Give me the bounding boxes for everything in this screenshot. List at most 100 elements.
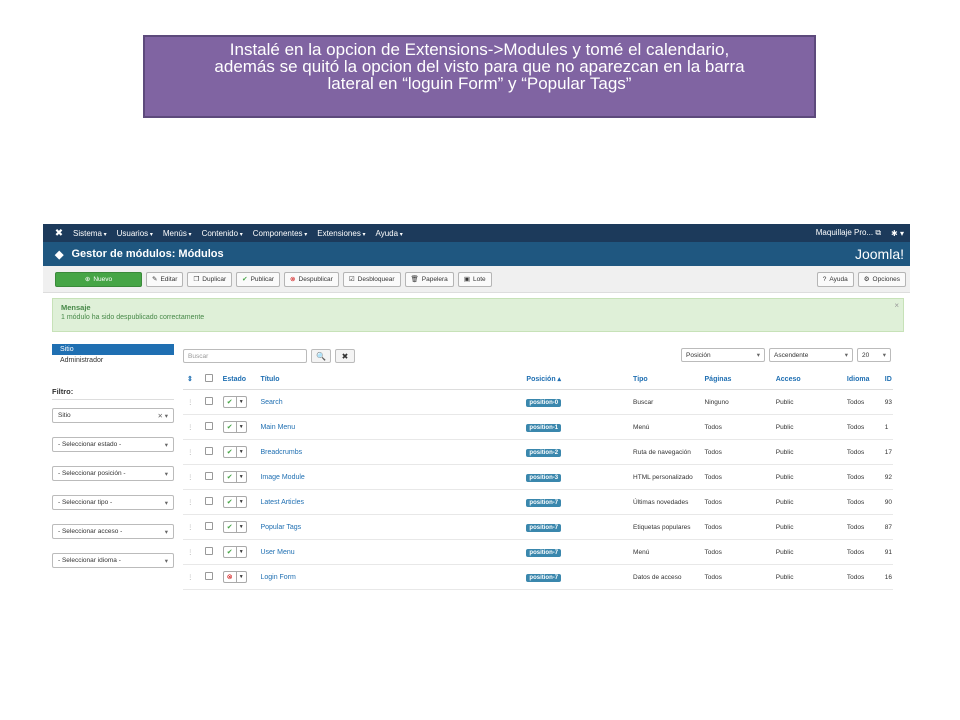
modules-table: ⇕ Estado Título Posición ▴ Tipo Páginas … xyxy=(183,369,893,590)
plus-icon: ⊕ xyxy=(84,276,91,283)
limit-select[interactable]: 20 ▾ xyxy=(857,348,891,362)
row-checkbox[interactable] xyxy=(203,389,222,415)
drag-handle-icon[interactable]: ⋮ xyxy=(183,539,204,565)
module-language: Todos xyxy=(845,464,884,490)
menu-componentes[interactable]: Componentes xyxy=(253,229,308,238)
menu-usuarios[interactable]: Usuarios xyxy=(117,229,153,238)
row-checkbox[interactable] xyxy=(203,489,222,515)
type-header[interactable]: Tipo xyxy=(632,369,704,390)
status-toggle[interactable]: ✔ ▼ xyxy=(221,464,260,490)
status-toggle[interactable]: ✔ ▼ xyxy=(221,489,260,515)
unpublish-button[interactable]: ⊗ Despublicar xyxy=(284,271,339,287)
filter-client-select[interactable]: Sitio ✕ ▾ xyxy=(52,408,174,423)
chevron-down-icon[interactable]: ▼ xyxy=(235,497,246,507)
status-toggle[interactable]: ✔ ▼ xyxy=(221,439,260,465)
chevron-down-icon[interactable]: ▼ xyxy=(235,547,246,557)
module-access: Public xyxy=(774,464,846,490)
language-header[interactable]: Idioma xyxy=(845,369,884,390)
table-body: ⋮ ✔ ▼ Search position-0 Buscar Ninguno Public To… xyxy=(183,389,893,590)
menu-menus[interactable]: Menús xyxy=(163,229,192,238)
menu-ayuda[interactable]: Ayuda xyxy=(376,229,403,238)
module-id: 90 xyxy=(883,489,893,515)
chevron-down-icon[interactable]: ▼ xyxy=(235,422,246,432)
batch-button[interactable]: ▣ Lote xyxy=(457,271,492,287)
filter-position-select[interactable]: - Seleccionar posición - ▾ xyxy=(52,466,174,481)
module-access: Public xyxy=(774,514,846,540)
drag-handle-icon[interactable]: ⋮ xyxy=(183,514,204,540)
filter-state-select[interactable]: - Seleccionar estado - ▾ xyxy=(52,437,174,452)
row-checkbox[interactable] xyxy=(203,414,222,440)
status-toggle[interactable]: ✔ ▼ xyxy=(221,389,260,415)
id-header[interactable]: ID xyxy=(883,369,893,390)
sort-direction-select[interactable]: Ascendente ▾ xyxy=(769,348,853,362)
drag-handle-icon[interactable]: ⋮ xyxy=(183,464,204,490)
module-access: Public xyxy=(774,389,846,415)
row-checkbox[interactable] xyxy=(203,464,222,490)
site-link[interactable]: Maquillaje Pro... ⧉ xyxy=(816,228,881,238)
module-title[interactable]: Image Module xyxy=(259,464,526,490)
new-button[interactable]: ⊕ Nuevo xyxy=(55,271,142,287)
gear-icon[interactable]: ✱ ▾ xyxy=(891,229,904,238)
chevron-down-icon[interactable]: ▼ xyxy=(235,472,246,482)
module-language: Todos xyxy=(845,489,884,515)
clear-button[interactable]: ✖ xyxy=(335,349,355,363)
menu-extensiones[interactable]: Extensiones xyxy=(317,229,365,238)
row-checkbox[interactable] xyxy=(203,439,222,465)
module-title[interactable]: Latest Articles xyxy=(259,489,526,515)
status-toggle[interactable]: ✔ ▼ xyxy=(221,414,260,440)
chevron-down-icon[interactable]: ▼ xyxy=(235,397,246,407)
module-title[interactable]: Main Menu xyxy=(259,414,526,440)
checkin-button[interactable]: ☑ Desbloquear xyxy=(342,271,401,287)
row-checkbox[interactable] xyxy=(203,539,222,565)
sidebar-item-admin[interactable]: Administrador xyxy=(52,355,174,367)
options-button[interactable]: ⚙ Opciones xyxy=(857,271,906,287)
status-header[interactable]: Estado xyxy=(221,369,260,390)
module-title[interactable]: Popular Tags xyxy=(259,514,526,540)
status-toggle[interactable]: ⊗ ▼ xyxy=(221,564,260,590)
module-title[interactable]: Login Form xyxy=(259,564,526,590)
search-button[interactable]: 🔍 xyxy=(311,349,331,363)
module-title[interactable]: Search xyxy=(259,389,526,415)
pages-header[interactable]: Páginas xyxy=(703,369,775,390)
close-icon[interactable]: × xyxy=(894,301,899,310)
edit-button[interactable]: ✎ Editar xyxy=(146,271,184,287)
row-checkbox[interactable] xyxy=(203,514,222,540)
table-row: ⋮ ✔ ▼ Popular Tags position-7 Etiquetas popul… xyxy=(183,514,893,540)
position-badge: position-7 xyxy=(526,498,562,507)
check-all[interactable] xyxy=(203,369,222,390)
chevron-down-icon[interactable]: ▼ xyxy=(235,522,246,532)
status-toggle[interactable]: ✔ ▼ xyxy=(221,539,260,565)
drag-handle-icon[interactable]: ⋮ xyxy=(183,414,204,440)
drag-handle-icon[interactable]: ⋮ xyxy=(183,389,204,415)
position-header[interactable]: Posición ▴ xyxy=(525,369,633,390)
module-access: Public xyxy=(774,564,846,590)
module-title[interactable]: User Menu xyxy=(259,539,526,565)
drag-handle-icon[interactable]: ⋮ xyxy=(183,439,204,465)
filter-access-select[interactable]: - Seleccionar acceso - ▾ xyxy=(52,524,174,539)
help-button[interactable]: ? Ayuda xyxy=(816,271,854,287)
module-pages: Todos xyxy=(703,414,775,440)
title-header[interactable]: Título xyxy=(259,369,526,390)
ordering-header[interactable]: ⇕ xyxy=(183,369,204,390)
access-header[interactable]: Acceso xyxy=(774,369,846,390)
publish-button[interactable]: ✔ Publicar xyxy=(236,271,281,287)
row-checkbox[interactable] xyxy=(203,564,222,590)
filter-language-select[interactable]: - Seleccionar idioma - ▾ xyxy=(52,553,174,568)
module-access: Public xyxy=(774,414,846,440)
position-badge: position-7 xyxy=(526,573,562,582)
menu-sistema[interactable]: Sistema xyxy=(73,229,107,238)
module-title[interactable]: Breadcrumbs xyxy=(259,439,526,465)
drag-handle-icon[interactable]: ⋮ xyxy=(183,489,204,515)
joomla-logo-icon[interactable]: ✖ xyxy=(51,224,67,242)
chevron-down-icon[interactable]: ▼ xyxy=(235,447,246,457)
trash-button[interactable]: 🗑 Papelera xyxy=(404,271,454,287)
duplicate-button[interactable]: ❐ Duplicar xyxy=(187,271,233,287)
filter-type-select[interactable]: - Seleccionar tipo - ▾ xyxy=(52,495,174,510)
status-toggle[interactable]: ✔ ▼ xyxy=(221,514,260,540)
sidebar-item-site[interactable]: Sitio xyxy=(52,344,174,355)
drag-handle-icon[interactable]: ⋮ xyxy=(183,564,204,590)
search-input[interactable]: Buscar xyxy=(183,349,307,363)
sort-field-select[interactable]: Posición ▾ xyxy=(681,348,765,362)
menu-contenido[interactable]: Contenido xyxy=(202,229,243,238)
chevron-down-icon[interactable]: ▼ xyxy=(235,572,246,582)
